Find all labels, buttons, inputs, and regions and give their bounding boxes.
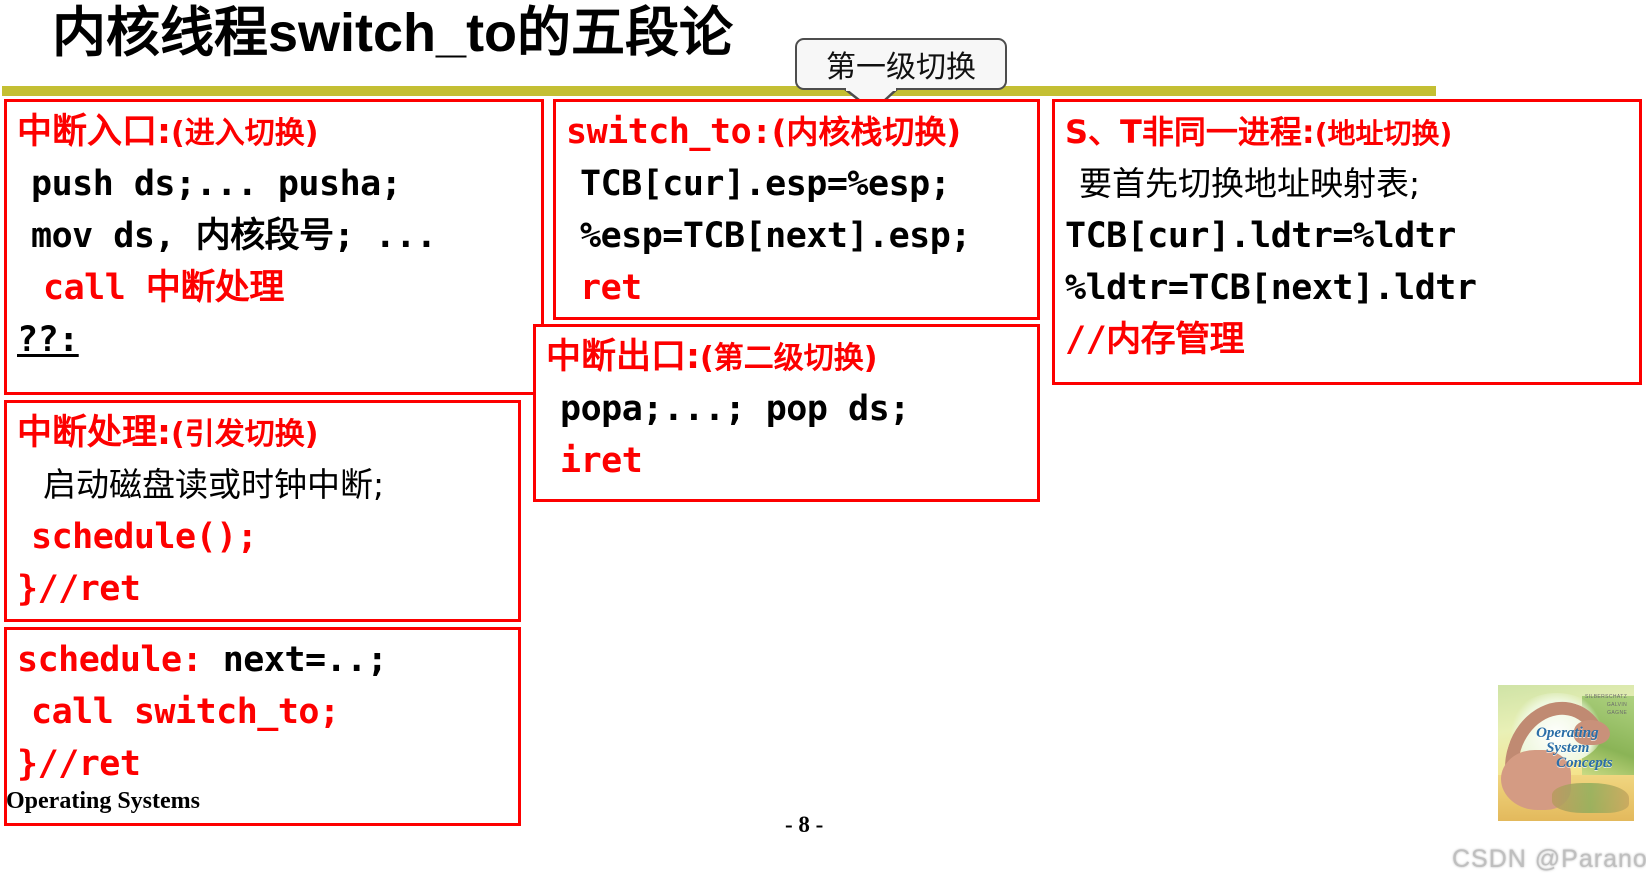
box-heading: 中断出口:(第二级切换) <box>546 331 1029 383</box>
box-address-switch: S、T非同一进程:(地址切换) 要首先切换地址映射表; TCB[cur].ldt… <box>1052 99 1642 385</box>
page-number: - 8 - <box>785 812 824 837</box>
heading-main: 中断处理: <box>17 413 171 453</box>
heading-main: S、T非同一进程: <box>1065 113 1315 151</box>
code-line: call 中断处理 <box>43 268 284 308</box>
code-line: %ldtr=TCB[next].ldtr <box>1065 268 1477 308</box>
box-interrupt-entry: 中断入口:(进入切换) push ds;... pusha; mov ds, 内… <box>4 99 544 395</box>
heading-paren: (地址切换) <box>1314 117 1453 150</box>
box-switch-to: switch_to:(内核栈切换) TCB[cur].esp=%esp; %es… <box>553 99 1040 320</box>
code-line: ret <box>580 268 642 308</box>
cover-title-line1: Operating <box>1536 724 1599 741</box>
page-title: 内核线程switch_to的五段论 <box>52 3 734 63</box>
code-line: schedule(); <box>31 517 258 557</box>
box-interrupt-exit: 中断出口:(第二级切换) popa;...; pop ds; iret <box>533 324 1040 502</box>
box-heading: 中断入口:(进入切换) <box>17 106 533 158</box>
code-line-label: ??: <box>17 320 79 360</box>
heading-main: 中断入口: <box>17 112 171 152</box>
code-line: %esp=TCB[next].esp; <box>580 216 971 256</box>
code-line: }//ret <box>17 744 141 784</box>
box-heading: 中断处理:(引发切换) <box>17 407 510 459</box>
title-accent-bar <box>2 86 1436 96</box>
code-line: 启动磁盘读或时钟中断; <box>43 465 385 504</box>
code-line: schedule: next=..; <box>17 634 510 686</box>
code-line: 要首先切换地址映射表; <box>1079 164 1421 203</box>
csdn-watermark: CSDN @Paranoid€ <box>1452 845 1646 873</box>
cover-title: Operating System Concepts <box>1536 724 1613 771</box>
code-line: }//ret <box>17 569 141 609</box>
code-line: mov ds, 内核段号; ... <box>31 216 437 256</box>
cover-authors: SILBERSCHATZ GALVIN GAGNE <box>1584 694 1628 717</box>
footer-course-label: Operating Systems <box>6 788 200 814</box>
code-line: TCB[cur].ldtr=%ldtr <box>1065 216 1456 256</box>
heading-paren: (引发切换) <box>171 417 319 452</box>
heading-main: switch_to: <box>566 112 772 152</box>
schedule-label: schedule: <box>17 640 203 680</box>
code-line: //内存管理 <box>1065 320 1245 360</box>
callout-label: 第一级切换 <box>826 51 976 84</box>
book-cover-image: SILBERSCHATZ GALVIN GAGNE Operating Syst… <box>1498 685 1634 821</box>
heading-paren: (进入切换) <box>171 116 319 151</box>
box-heading: switch_to:(内核栈切换) <box>566 106 1029 158</box>
code-line: call switch_to; <box>31 692 340 732</box>
heading-paren: (第二级切换) <box>700 341 878 376</box>
heading-main: 中断出口: <box>546 337 700 377</box>
box-heading: S、T非同一进程:(地址切换) <box>1065 106 1631 158</box>
box-interrupt-handler: 中断处理:(引发切换) 启动磁盘读或时钟中断; schedule(); }//r… <box>4 400 521 622</box>
callout-first-level-switch: 第一级切换 <box>795 38 1007 90</box>
schedule-label-rest: next=..; <box>202 640 388 680</box>
dinosaur-hatchlings <box>1552 782 1629 813</box>
cover-title-line3: Concepts <box>1556 754 1613 771</box>
code-line: popa;...; pop ds; <box>560 389 910 429</box>
heading-paren: (内核栈切换) <box>771 113 961 151</box>
slide-canvas: 内核线程switch_to的五段论 第一级切换 中断入口:(进入切换) push… <box>0 0 1646 877</box>
cover-title-line2: System <box>1546 739 1590 756</box>
code-line: push ds;... pusha; <box>31 164 402 204</box>
code-line: iret <box>560 441 643 481</box>
code-line: TCB[cur].esp=%esp; <box>580 164 951 204</box>
